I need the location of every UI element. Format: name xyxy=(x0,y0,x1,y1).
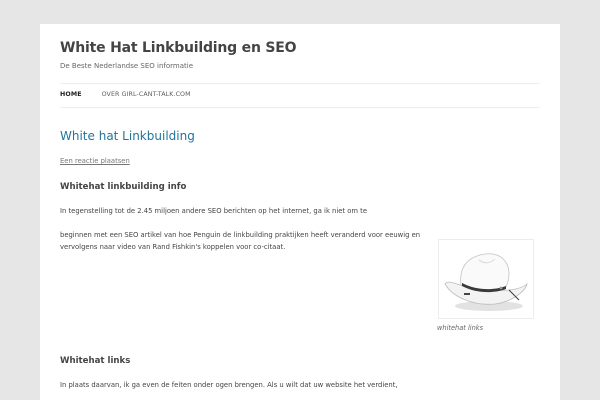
page-container: White Hat Linkbuilding en SEO De Beste N… xyxy=(40,24,560,400)
nav-item-over[interactable]: OVER GIRL-CANT-TALK.COM xyxy=(102,91,191,98)
figure-caption: whitehat links xyxy=(437,324,484,332)
nav-divider-top xyxy=(60,83,540,84)
article-paragraph-2-line-2: vervolgens naar video van Rand Fishkin's… xyxy=(60,243,286,251)
article-paragraph-2-line-1: beginnen met een SEO artikel van hoe Pen… xyxy=(60,231,421,239)
article-title[interactable]: White hat Linkbuilding xyxy=(60,129,195,143)
article-heading-info: Whitehat linkbuilding info xyxy=(60,182,187,192)
reply-link[interactable]: Een reactie plaatsen xyxy=(60,157,130,165)
nav-item-home[interactable]: HOME xyxy=(60,91,82,98)
site-description: De Beste Nederlandse SEO informatie xyxy=(60,62,194,70)
site-title[interactable]: White Hat Linkbuilding en SEO xyxy=(60,40,297,56)
article-heading-links: Whitehat links xyxy=(60,356,131,366)
nav-divider-bottom xyxy=(60,107,540,108)
figure-image[interactable] xyxy=(438,239,534,319)
article-paragraph-1: In tegenstelling tot de 2.45 miljoen and… xyxy=(60,207,368,215)
cowboy-hat-image xyxy=(444,253,528,311)
article-paragraph-3: In plaats daarvan, ik ga even de feiten … xyxy=(60,381,398,389)
main-navigation: HOME OVER GIRL-CANT-TALK.COM xyxy=(60,91,191,98)
